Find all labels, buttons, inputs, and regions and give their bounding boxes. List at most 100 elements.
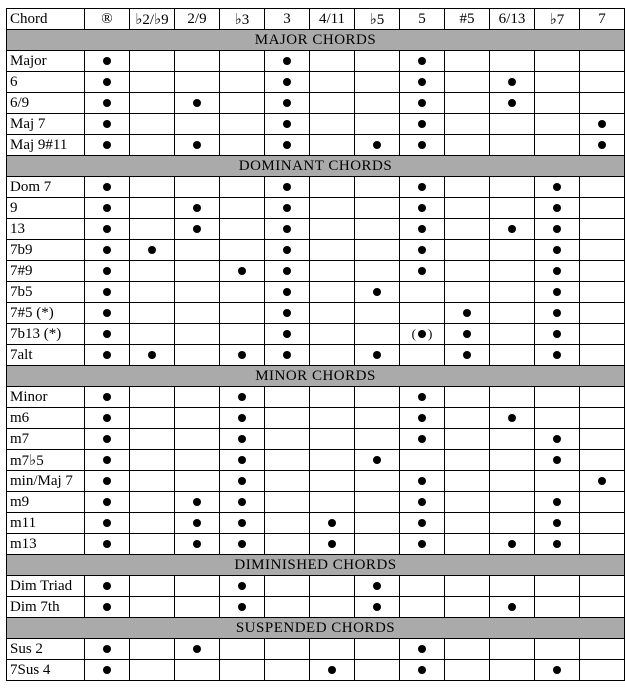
dot-icon — [373, 603, 381, 611]
dot-icon — [418, 78, 426, 86]
interval-cell — [85, 324, 130, 345]
interval-cell — [400, 471, 445, 492]
interval-cell — [265, 576, 310, 597]
col-header-interval: ♭2/♭9 — [130, 9, 175, 30]
table-row: m9 — [7, 492, 625, 513]
interval-cell — [85, 534, 130, 555]
dot-icon — [373, 288, 381, 296]
interval-cell — [355, 408, 400, 429]
dot-icon — [553, 288, 561, 296]
interval-cell — [85, 198, 130, 219]
interval-cell — [355, 261, 400, 282]
interval-cell — [85, 576, 130, 597]
dot-icon — [508, 225, 516, 233]
interval-cell — [220, 261, 265, 282]
interval-cell — [355, 450, 400, 471]
interval-cell — [535, 660, 580, 681]
interval-cell — [130, 135, 175, 156]
interval-cell — [310, 114, 355, 135]
dot-icon — [103, 246, 111, 254]
dot-icon — [508, 99, 516, 107]
table-row: 9 — [7, 198, 625, 219]
interval-cell — [400, 51, 445, 72]
dot-icon — [553, 183, 561, 191]
dot-icon — [553, 330, 561, 338]
interval-cell — [220, 282, 265, 303]
interval-cell — [490, 219, 535, 240]
dot-icon — [328, 519, 336, 527]
dot-icon — [283, 288, 291, 296]
dot-icon — [238, 414, 246, 422]
dot-icon — [238, 267, 246, 275]
interval-cell — [85, 135, 130, 156]
interval-cell — [265, 534, 310, 555]
dot-icon — [553, 456, 561, 464]
interval-cell — [535, 51, 580, 72]
interval-cell — [175, 177, 220, 198]
interval-cell — [535, 324, 580, 345]
interval-cell — [535, 135, 580, 156]
table-row: 13 — [7, 219, 625, 240]
interval-cell — [490, 324, 535, 345]
interval-cell — [445, 219, 490, 240]
section-header: MAJOR CHORDS — [7, 30, 625, 51]
interval-cell — [265, 408, 310, 429]
chord-label: 13 — [7, 219, 85, 240]
interval-cell — [175, 72, 220, 93]
interval-cell — [310, 282, 355, 303]
interval-cell — [130, 429, 175, 450]
interval-cell — [310, 324, 355, 345]
dot-icon — [553, 435, 561, 443]
col-header-interval: #5 — [445, 9, 490, 30]
dot-icon — [553, 519, 561, 527]
interval-cell — [85, 303, 130, 324]
interval-cell — [580, 135, 625, 156]
interval-cell — [85, 282, 130, 303]
interval-cell — [445, 639, 490, 660]
interval-cell — [265, 429, 310, 450]
table-row: m11 — [7, 513, 625, 534]
dot-icon — [508, 414, 516, 422]
interval-cell — [175, 282, 220, 303]
interval-cell — [355, 93, 400, 114]
interval-cell — [490, 471, 535, 492]
interval-cell — [535, 114, 580, 135]
interval-cell — [220, 576, 265, 597]
interval-cell — [535, 219, 580, 240]
interval-cell — [445, 51, 490, 72]
interval-cell — [580, 198, 625, 219]
interval-cell — [490, 135, 535, 156]
interval-cell — [490, 72, 535, 93]
interval-cell — [580, 471, 625, 492]
interval-cell — [310, 72, 355, 93]
interval-cell — [175, 387, 220, 408]
interval-cell — [535, 450, 580, 471]
interval-cell — [130, 639, 175, 660]
interval-cell — [445, 597, 490, 618]
interval-cell — [580, 51, 625, 72]
interval-cell — [220, 198, 265, 219]
interval-cell — [445, 408, 490, 429]
interval-cell — [265, 72, 310, 93]
interval-cell — [535, 429, 580, 450]
interval-cell — [355, 471, 400, 492]
dot-icon — [283, 120, 291, 128]
dot-icon — [418, 435, 426, 443]
interval-cell — [85, 177, 130, 198]
col-header-interval: 3 — [265, 9, 310, 30]
chord-label: Maj 9#11 — [7, 135, 85, 156]
interval-cell — [130, 240, 175, 261]
dot-icon — [418, 645, 426, 653]
interval-cell — [400, 135, 445, 156]
interval-cell — [445, 114, 490, 135]
interval-cell — [580, 387, 625, 408]
interval-cell — [490, 597, 535, 618]
dot-icon — [553, 666, 561, 674]
interval-cell — [130, 177, 175, 198]
interval-cell — [220, 303, 265, 324]
dot-icon — [598, 477, 606, 485]
chord-label: Minor — [7, 387, 85, 408]
dot-icon — [103, 78, 111, 86]
interval-cell — [445, 198, 490, 219]
interval-cell — [535, 282, 580, 303]
